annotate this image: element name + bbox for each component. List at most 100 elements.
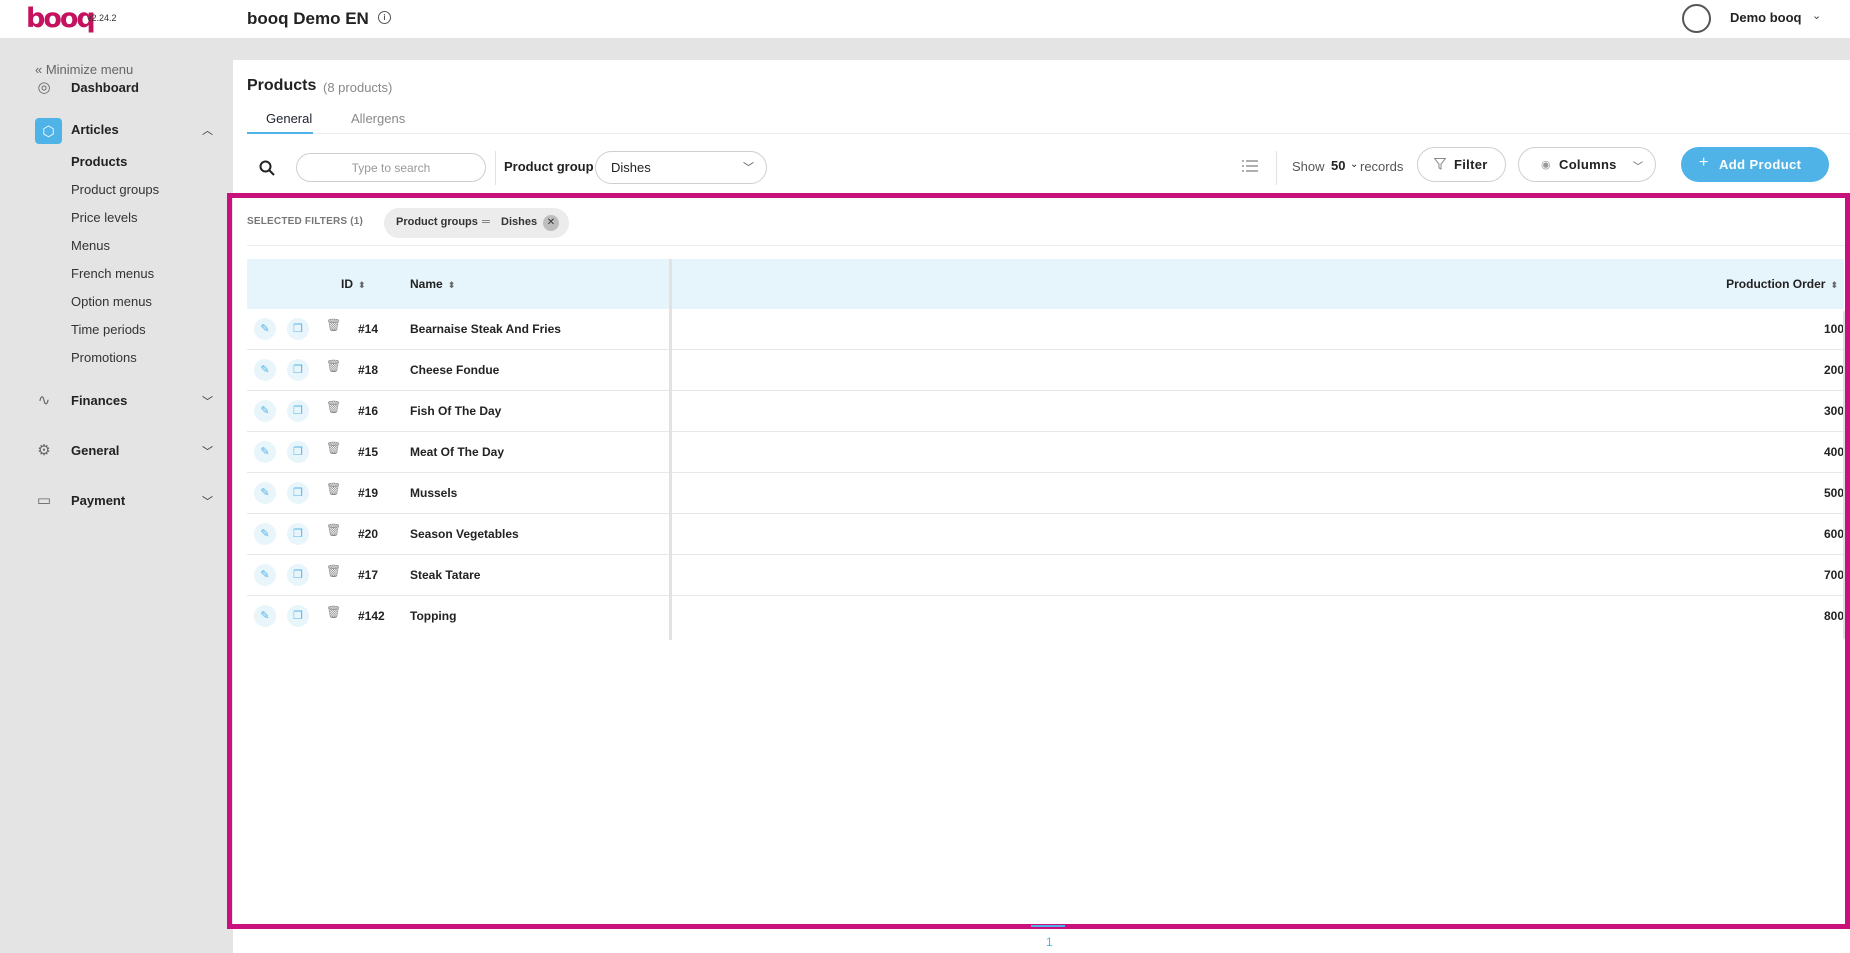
row-production-order: 400	[1823, 445, 1844, 459]
trash-icon[interactable]: 🗑	[326, 523, 341, 537]
table-scrollbar[interactable]	[1843, 310, 1849, 640]
column-resize-handle[interactable]	[669, 259, 672, 640]
close-icon[interactable]: ✕	[543, 215, 559, 231]
row-production-order: 300	[1823, 404, 1844, 418]
filter-chip[interactable]: Product groups ═ Dishes ✕	[384, 208, 569, 238]
copy-icon[interactable]: ❐	[287, 482, 309, 504]
box-icon: ⬡	[35, 118, 62, 144]
trash-icon[interactable]: 🗑	[326, 441, 341, 455]
sort-icon: ⬍	[358, 280, 366, 290]
venue-name[interactable]: booq Demo EN	[247, 9, 369, 29]
pencil-icon[interactable]: ✎	[254, 441, 276, 463]
row-production-order: 100	[1823, 322, 1844, 336]
table-row[interactable]: ✎ ❐ 🗑 #17 Steak Tatare 700	[247, 555, 1844, 596]
row-id: #142	[358, 609, 385, 623]
sidebar-item-label: General	[71, 443, 120, 458]
chevron-down-icon[interactable]: ⌄	[1812, 9, 1821, 22]
copy-icon[interactable]: ❐	[287, 400, 309, 422]
trash-icon[interactable]: 🗑	[326, 400, 341, 414]
pencil-icon[interactable]: ✎	[254, 523, 276, 545]
booq-logo[interactable]: booq	[26, 3, 96, 34]
sidebar-subitem-option-menus[interactable]: Option menus	[71, 294, 152, 309]
add-product-button[interactable]: + Add Product	[1681, 147, 1829, 182]
pencil-icon[interactable]: ✎	[254, 564, 276, 586]
trash-icon[interactable]: 🗑	[326, 605, 341, 619]
row-production-order: 800	[1823, 609, 1844, 623]
filter-chip-value: Dishes	[501, 216, 538, 228]
chevron-down-icon: ﹀	[202, 496, 213, 508]
tab-general[interactable]: General	[266, 111, 312, 126]
row-production-order: 200	[1823, 363, 1844, 377]
sidebar-item-payment[interactable]: ▭ Payment ﹀	[7, 486, 233, 516]
tab-allergens[interactable]: Allergens	[351, 111, 405, 126]
sidebar-subitem-price-levels[interactable]: Price levels	[71, 210, 137, 225]
trash-icon[interactable]: 🗑	[326, 564, 341, 578]
funnel-icon	[1434, 158, 1446, 170]
column-header-label: ID	[341, 277, 353, 291]
sidebar-subitem-french-menus[interactable]: French menus	[71, 266, 154, 281]
trash-icon[interactable]: 🗑	[326, 318, 341, 332]
gear-icon: ⚙	[37, 442, 51, 459]
sidebar-item-articles[interactable]: ⬡ Articles ︿	[7, 115, 233, 145]
sidebar-item-label: Dashboard	[71, 80, 139, 95]
pagination-page-1[interactable]: 1	[1046, 935, 1053, 949]
columns-button[interactable]: ◉ Columns ﹀	[1518, 147, 1656, 182]
main-panel: Products (8 products) General Allergens …	[233, 60, 1850, 953]
search-input[interactable]	[296, 153, 486, 182]
table-row[interactable]: ✎ ❐ 🗑 #20 Season Vegetables 600	[247, 514, 1844, 555]
table-row[interactable]: ✎ ❐ 🗑 #18 Cheese Fondue 200	[247, 350, 1844, 391]
row-name: Season Vegetables	[410, 527, 519, 541]
sidebar-subitem-product-groups[interactable]: Product groups	[71, 182, 159, 197]
table-row[interactable]: ✎ ❐ 🗑 #16 Fish Of The Day 300	[247, 391, 1844, 432]
copy-icon[interactable]: ❐	[287, 441, 309, 463]
row-id: #15	[358, 445, 379, 459]
list-icon[interactable]	[1242, 160, 1258, 172]
pencil-icon[interactable]: ✎	[254, 605, 276, 627]
production-order-column-header[interactable]: Production Order ⬍	[1726, 277, 1838, 291]
pulse-icon: ∿	[37, 392, 51, 409]
records-per-page-select[interactable]: 50	[1331, 158, 1345, 173]
sidebar-item-dashboard[interactable]: ◎ Dashboard	[7, 73, 233, 103]
page-title: Products	[247, 77, 317, 94]
sidebar-subitem-products[interactable]: Products	[71, 154, 127, 169]
top-bar: booq v2.24.2 booq Demo EN i Demo booq ⌄	[0, 0, 1850, 38]
pencil-icon[interactable]: ✎	[254, 482, 276, 504]
row-id: #14	[358, 322, 379, 336]
row-name: Topping	[410, 609, 457, 623]
table-header: ID ⬍ Name ⬍ Production Order ⬍	[247, 259, 1844, 309]
table-row[interactable]: ✎ ❐ 🗑 #14 Bearnaise Steak And Fries 100	[247, 309, 1844, 350]
table-row[interactable]: ✎ ❐ 🗑 #19 Mussels 500	[247, 473, 1844, 514]
sidebar-item-finances[interactable]: ∿ Finances ﹀	[7, 386, 233, 416]
table-row[interactable]: ✎ ❐ 🗑 #142 Topping 800	[247, 596, 1844, 637]
sidebar-subitem-promotions[interactable]: Promotions	[71, 350, 137, 365]
pencil-icon[interactable]: ✎	[254, 359, 276, 381]
chevron-down-icon[interactable]: ⌄	[1350, 159, 1358, 170]
copy-icon[interactable]: ❐	[287, 605, 309, 627]
copy-icon[interactable]: ❐	[287, 359, 309, 381]
pencil-icon[interactable]: ✎	[254, 318, 276, 340]
row-id: #20	[358, 527, 379, 541]
name-column-header[interactable]: Name ⬍	[410, 277, 455, 291]
id-column-header[interactable]: ID ⬍	[341, 277, 366, 291]
trash-icon[interactable]: 🗑	[326, 482, 341, 496]
filters-divider	[247, 245, 1850, 246]
avatar[interactable]	[1682, 4, 1711, 33]
product-group-label: Product group	[504, 159, 594, 174]
copy-icon[interactable]: ❐	[287, 523, 309, 545]
search-icon[interactable]	[259, 160, 275, 176]
pencil-icon[interactable]: ✎	[254, 400, 276, 422]
equals-icon: ═	[482, 216, 490, 228]
table-row[interactable]: ✎ ❐ 🗑 #15 Meat Of The Day 400	[247, 432, 1844, 473]
sidebar-item-general[interactable]: ⚙ General ﹀	[7, 436, 233, 466]
sidebar-item-label: Articles	[71, 122, 119, 137]
copy-icon[interactable]: ❐	[287, 564, 309, 586]
sidebar-subitem-menus[interactable]: Menus	[71, 238, 110, 253]
product-group-select[interactable]: Dishes ﹀	[595, 151, 767, 184]
sidebar-subitem-time-periods[interactable]: Time periods	[71, 322, 146, 337]
user-name[interactable]: Demo booq	[1730, 10, 1802, 25]
copy-icon[interactable]: ❐	[287, 318, 309, 340]
info-icon[interactable]: i	[378, 11, 391, 24]
filter-button[interactable]: Filter	[1417, 147, 1506, 182]
trash-icon[interactable]: 🗑	[326, 359, 341, 373]
row-name: Cheese Fondue	[410, 363, 500, 377]
